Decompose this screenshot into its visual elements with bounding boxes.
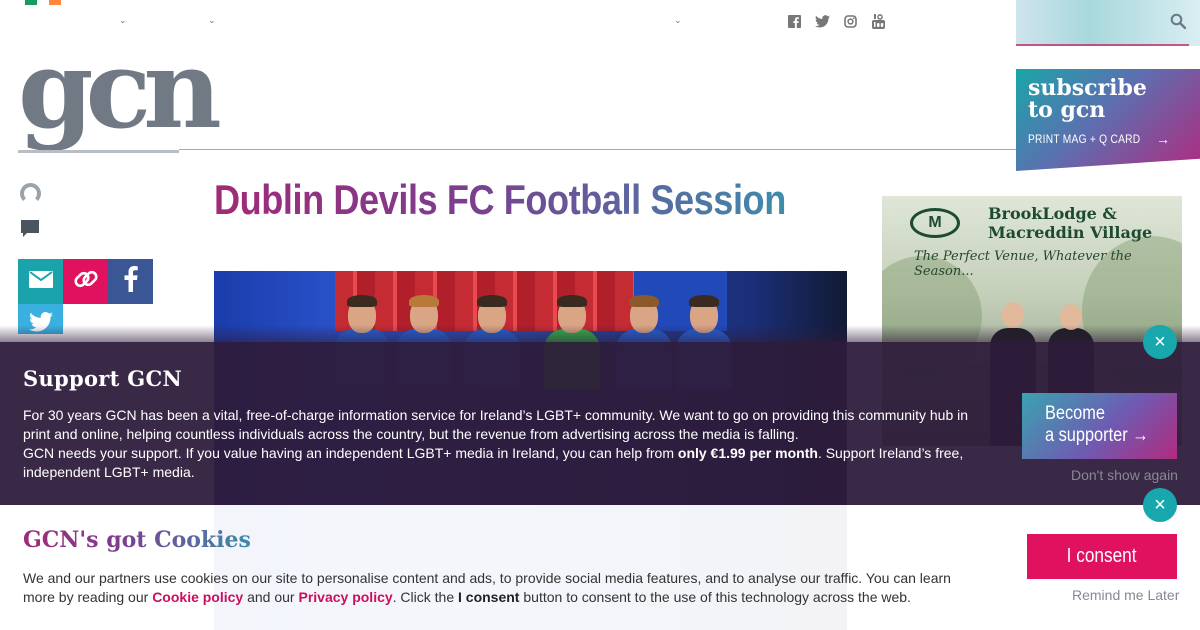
nav-dropdown-chevron-icon[interactable]: ⌄ xyxy=(119,15,127,26)
cookie-policy-link[interactable]: Cookie policy xyxy=(152,589,243,605)
facebook-icon[interactable] xyxy=(786,13,802,29)
loading-spinner-icon xyxy=(20,183,41,204)
cookie-title: GCN's got Cookies xyxy=(23,527,251,553)
subscribe-title: subscribe to gcn xyxy=(1028,75,1147,123)
logo-underline xyxy=(18,150,179,153)
link-icon xyxy=(73,266,99,297)
header-divider xyxy=(179,149,1029,150)
facebook-icon xyxy=(124,266,138,297)
remind-me-later-link[interactable]: Remind me Later xyxy=(1072,587,1179,603)
comment-icon[interactable] xyxy=(21,220,39,243)
youtube-icon[interactable] xyxy=(870,13,886,29)
mail-icon xyxy=(28,270,53,293)
become-supporter-button[interactable]: Become a supporter → xyxy=(1022,393,1177,459)
brooklodge-logo-icon: M xyxy=(910,208,960,238)
search-underline xyxy=(1016,44,1189,46)
ad-brand: BrookLodge & Macreddin Village xyxy=(988,204,1153,242)
close-icon: × xyxy=(1154,494,1166,516)
cookie-banner: GCN's got Cookies We and our partners us… xyxy=(0,505,1200,630)
close-cookie-banner-button[interactable]: × xyxy=(1143,488,1177,522)
gcn-logo[interactable]: gcn xyxy=(18,36,222,144)
close-icon: × xyxy=(1154,331,1166,353)
support-title: Support GCN xyxy=(23,366,183,391)
share-email-button[interactable] xyxy=(18,259,63,304)
privacy-policy-link[interactable]: Privacy policy xyxy=(298,589,392,605)
share-facebook-button[interactable] xyxy=(108,259,153,304)
subscribe-subtitle: PRINT MAG + Q CARD xyxy=(1028,132,1141,146)
article-title: Dublin Devils FC Football Session xyxy=(214,176,786,223)
instagram-icon[interactable] xyxy=(842,13,858,29)
copy-link-button[interactable] xyxy=(63,259,108,304)
search-icon[interactable] xyxy=(1170,13,1187,34)
social-links xyxy=(786,13,886,29)
i-consent-button[interactable]: I consent xyxy=(1027,534,1177,579)
dont-show-again-link[interactable]: Don't show again xyxy=(1071,467,1178,483)
irish-flag-icon xyxy=(25,0,61,5)
nav-dropdown-chevron-icon[interactable]: ⌄ xyxy=(208,15,216,26)
subscribe-tab[interactable]: subscribe to gcn PRINT MAG + Q CARD → xyxy=(1016,69,1200,171)
support-banner: Support GCN For 30 years GCN has been a … xyxy=(0,342,1200,505)
ad-tagline: The Perfect Venue, Whatever the Season..… xyxy=(914,249,1132,279)
support-banner-fade xyxy=(0,325,1200,342)
support-body: For 30 years GCN has been a vital, free-… xyxy=(23,407,969,480)
arrow-right-icon: → xyxy=(1156,131,1170,147)
twitter-icon[interactable] xyxy=(814,13,830,29)
cookie-body: We and our partners use cookies on our s… xyxy=(23,570,951,605)
search-box[interactable] xyxy=(1016,0,1200,46)
close-support-banner-button[interactable]: × xyxy=(1143,325,1177,359)
nav-dropdown-chevron-icon[interactable]: ⌄ xyxy=(674,15,682,26)
